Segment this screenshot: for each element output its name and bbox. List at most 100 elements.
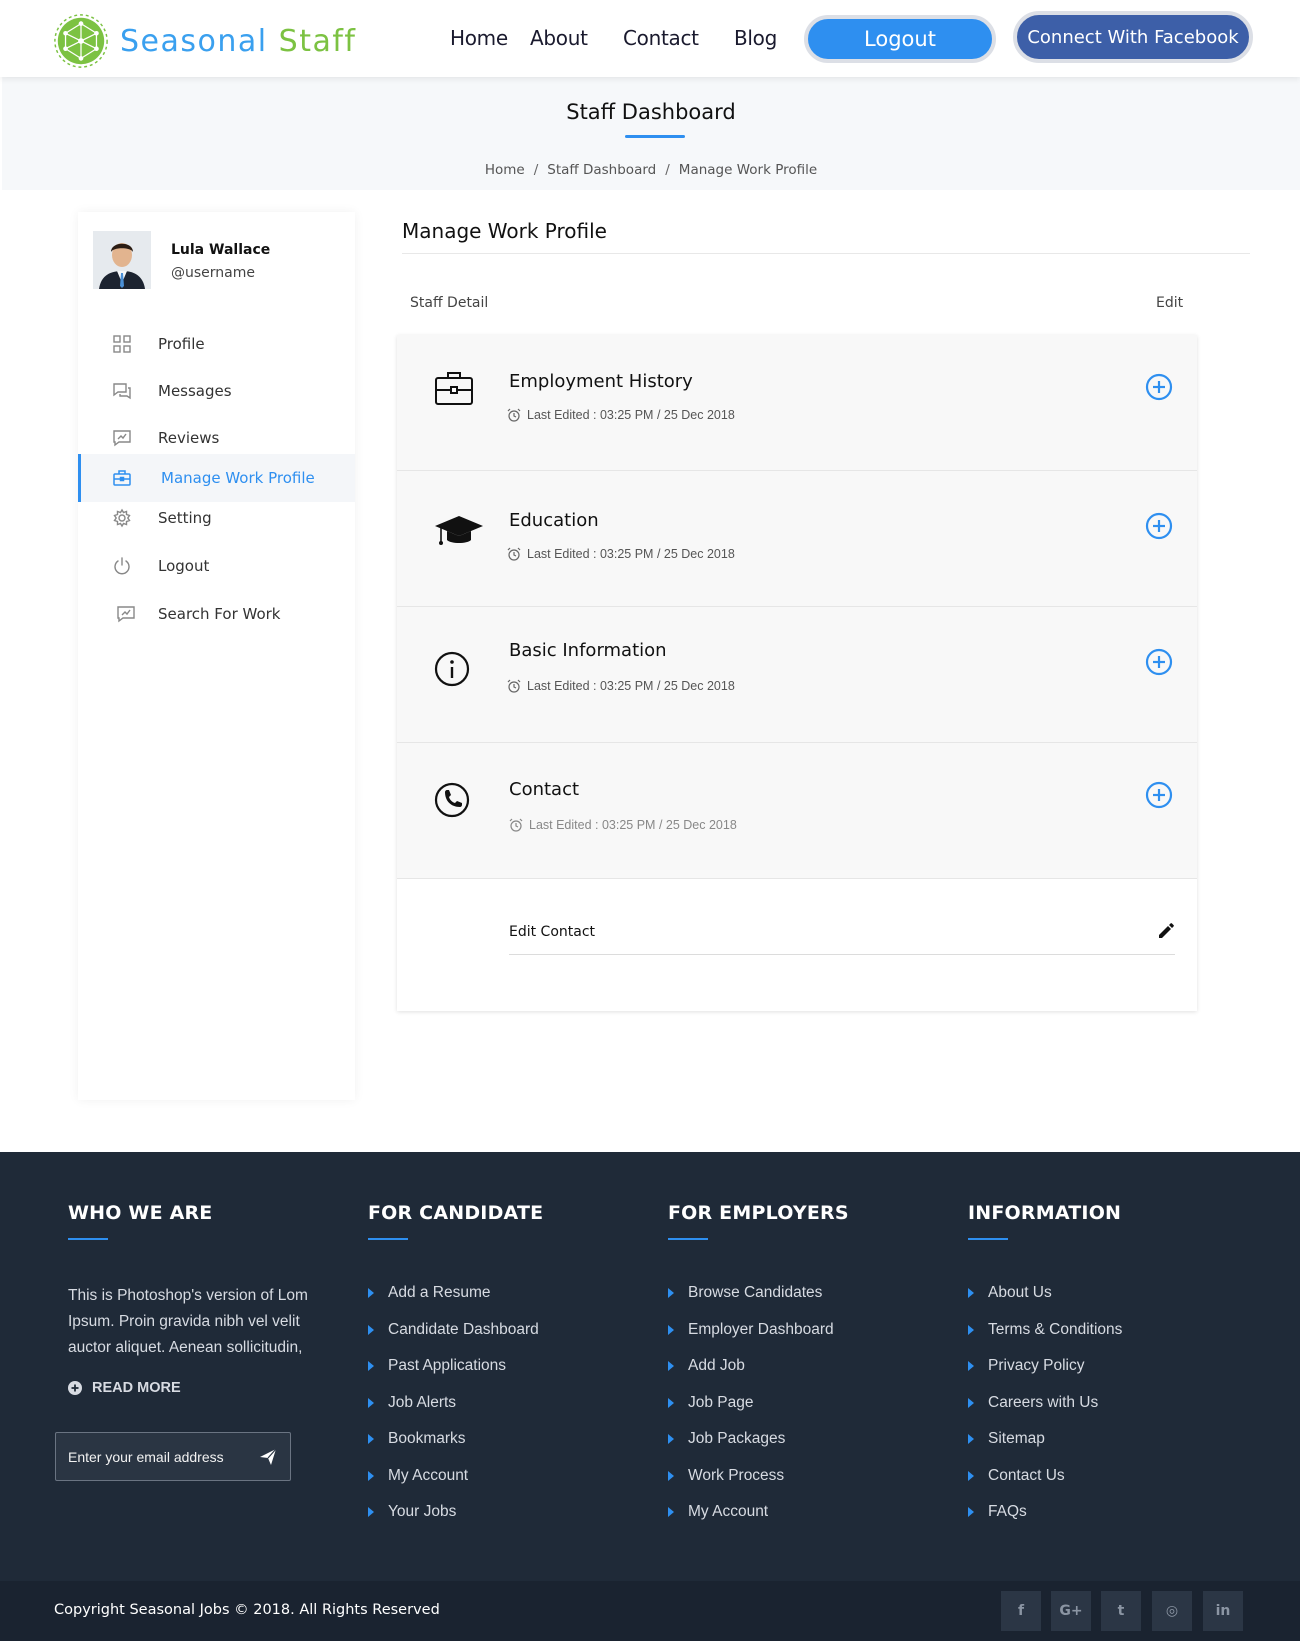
chat-icon <box>113 383 131 400</box>
instagram-icon[interactable]: ◎ <box>1152 1591 1192 1631</box>
sidebar-item-profile[interactable]: Profile <box>78 320 355 368</box>
network-globe-icon <box>54 14 108 68</box>
breadcrumb-current: Manage Work Profile <box>678 162 818 178</box>
gear-icon <box>113 508 131 528</box>
sidebar-item-logout[interactable]: Logout <box>78 542 355 590</box>
footer-link[interactable]: Your Jobs <box>368 1503 543 1540</box>
divider <box>402 253 1250 254</box>
sidebar-item-label: Profile <box>158 335 205 353</box>
footer-link[interactable]: Bookmarks <box>368 1430 543 1467</box>
section-contact[interactable]: Contact Last Edited : 03:25 PM / 25 Dec … <box>397 743 1197 879</box>
facebook-icon[interactable]: f <box>1001 1591 1041 1631</box>
sidebar-item-label: Manage Work Profile <box>161 469 315 487</box>
caret-right-icon <box>968 1434 974 1444</box>
sidebar-item-label: Logout <box>158 557 210 575</box>
footer-link[interactable]: Terms & Conditions <box>968 1321 1122 1358</box>
sidebar-item-messages[interactable]: Messages <box>78 367 355 415</box>
caret-right-icon <box>668 1288 674 1298</box>
footer-link[interactable]: Browse Candidates <box>668 1284 849 1321</box>
brand-name: Seasonal Staff <box>120 23 357 59</box>
section-basic-information[interactable]: Basic Information Last Edited : 03:25 PM… <box>397 607 1197 743</box>
footer-link[interactable]: FAQs <box>968 1503 1122 1540</box>
logout-button[interactable]: Logout <box>804 15 996 63</box>
caret-right-icon <box>668 1507 674 1517</box>
send-icon[interactable] <box>259 1448 277 1466</box>
add-circle-icon[interactable] <box>1145 781 1173 809</box>
caret-right-icon <box>668 1397 674 1408</box>
caret-right-icon <box>368 1361 374 1371</box>
connect-facebook-button[interactable]: Connect With Facebook <box>1013 11 1253 63</box>
caret-right-icon <box>368 1324 374 1335</box>
footer-link[interactable]: Employer Dashboard <box>668 1321 849 1358</box>
brand-logo[interactable]: Seasonal Staff <box>52 12 356 70</box>
sidebar-item-search-for-work[interactable]: Search For Work <box>78 590 355 638</box>
newsletter-form <box>55 1432 291 1481</box>
copyright-text: Copyright Seasonal Jobs © 2018. All Righ… <box>54 1602 440 1618</box>
footer-link[interactable]: About Us <box>968 1284 1122 1321</box>
footer-link[interactable]: Past Applications <box>368 1357 543 1394</box>
sidebar-item-setting[interactable]: Setting <box>78 494 355 542</box>
footer-heading: WHO WE ARE <box>68 1202 213 1224</box>
linkedin-icon[interactable]: in <box>1203 1591 1243 1631</box>
section-title: Contact <box>509 779 580 800</box>
breadcrumb-separator: / <box>665 162 670 178</box>
footer-link[interactable]: Careers with Us <box>968 1394 1122 1431</box>
caret-right-icon <box>368 1507 374 1517</box>
caret-right-icon <box>368 1470 374 1481</box>
last-edited: Last Edited : 03:25 PM / 25 Dec 2018 <box>509 818 737 832</box>
footer-link[interactable]: Add a Resume <box>368 1284 543 1321</box>
footer-link[interactable]: Job Page <box>668 1394 849 1431</box>
footer-link[interactable]: Add Job <box>668 1357 849 1394</box>
footer-heading: INFORMATION <box>968 1202 1122 1224</box>
search-work-icon <box>117 606 135 623</box>
footer-link[interactable]: Privacy Policy <box>968 1357 1122 1394</box>
edit-contact-row[interactable]: Edit Contact <box>509 915 1175 955</box>
email-input[interactable] <box>68 1448 256 1465</box>
page-title: Staff Dashboard <box>566 100 736 124</box>
twitter-icon[interactable]: t <box>1101 1591 1141 1631</box>
alarm-clock-icon <box>507 679 521 693</box>
breadcrumb-home[interactable]: Home <box>485 162 525 178</box>
footer-link[interactable]: My Account <box>368 1467 543 1504</box>
last-edited: Last Edited : 03:25 PM / 25 Dec 2018 <box>507 547 735 561</box>
caret-right-icon <box>668 1324 674 1335</box>
footer-link[interactable]: Candidate Dashboard <box>368 1321 543 1358</box>
footer-link[interactable]: My Account <box>668 1503 849 1540</box>
about-text: This is Photoshop's version of Lom Ipsum… <box>68 1287 308 1356</box>
add-circle-icon[interactable] <box>1145 648 1173 676</box>
pencil-icon[interactable] <box>1157 922 1175 940</box>
nav-home[interactable]: Home <box>450 26 508 50</box>
breadcrumb-staff-dashboard[interactable]: Staff Dashboard <box>547 162 656 178</box>
section-employment-history[interactable]: Employment History Last Edited : 03:25 P… <box>397 335 1197 471</box>
section-title: Employment History <box>509 371 693 392</box>
heading-underline <box>68 1238 108 1240</box>
edit-link[interactable]: Edit <box>1156 295 1183 311</box>
briefcase-icon <box>435 372 473 405</box>
caret-right-icon <box>968 1470 974 1481</box>
site-header: Seasonal Staff Home About Contact Blog L… <box>0 0 1300 77</box>
google-plus-icon[interactable]: G+ <box>1051 1591 1091 1631</box>
breadcrumb-separator: / <box>533 162 539 178</box>
add-circle-icon[interactable] <box>1145 512 1173 540</box>
heading-underline <box>968 1238 1008 1240</box>
section-education[interactable]: Education Last Edited : 03:25 PM / 25 De… <box>397 471 1197 607</box>
site-footer: WHO WE ARE This is Photoshop's version o… <box>0 1152 1300 1581</box>
footer-link[interactable]: Job Alerts <box>368 1394 543 1431</box>
add-circle-icon[interactable] <box>1145 373 1173 401</box>
staff-detail-label: Staff Detail <box>410 295 489 311</box>
footer-link[interactable]: Sitemap <box>968 1430 1122 1467</box>
footer-col-information: INFORMATION About Us Terms & Conditions … <box>968 1202 1122 1540</box>
footer-col-for-candidate: FOR CANDIDATE Add a Resume Candidate Das… <box>368 1202 543 1540</box>
dashboard-sidebar: Lula Wallace @username Profile Messages … <box>78 212 355 1100</box>
nav-contact[interactable]: Contact <box>623 26 699 50</box>
nav-about[interactable]: About <box>530 26 588 50</box>
caret-right-icon <box>668 1434 674 1444</box>
caret-right-icon <box>968 1361 974 1371</box>
sidebar-item-label: Setting <box>158 509 212 527</box>
read-more-link[interactable]: READ MORE <box>68 1380 328 1396</box>
heading-underline <box>368 1238 408 1240</box>
nav-blog[interactable]: Blog <box>734 26 777 50</box>
footer-link[interactable]: Contact Us <box>968 1467 1122 1504</box>
footer-link[interactable]: Work Process <box>668 1467 849 1504</box>
footer-link[interactable]: Job Packages <box>668 1430 849 1467</box>
